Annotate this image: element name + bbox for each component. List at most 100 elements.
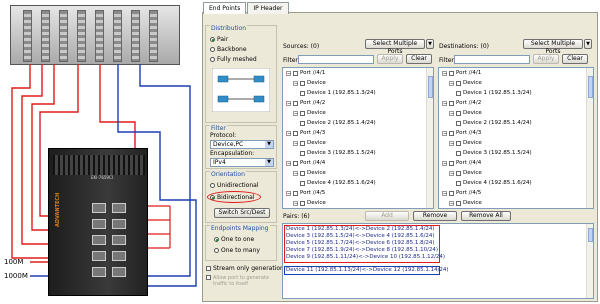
radio-icon[interactable] — [210, 37, 215, 42]
radio-backbone[interactable]: Backbone — [210, 46, 247, 53]
checkbox-icon[interactable] — [293, 70, 298, 76]
collapse-icon[interactable]: − — [442, 70, 447, 76]
collapse-icon[interactable]: − — [449, 200, 454, 206]
sources-tree[interactable]: − Port //4/1− Device Device 1 (192.85.1.3/2… — [282, 67, 434, 209]
destinations-clear-button[interactable]: Clear — [562, 54, 588, 64]
radio-icon[interactable] — [210, 47, 215, 52]
checkbox-icon[interactable] — [456, 120, 461, 126]
tree-device-item[interactable]: Device 2 (192.85.1.4/24) — [300, 120, 376, 126]
switch-src-dest-button[interactable]: Switch Src/Dest — [214, 208, 270, 218]
checkbox-icon[interactable] — [206, 275, 211, 280]
collapse-icon[interactable]: − — [293, 170, 298, 176]
radio-pair[interactable]: Pair — [210, 36, 228, 43]
sources-filter-input[interactable] — [298, 55, 374, 64]
radio-icon[interactable] — [214, 237, 219, 242]
scrollbar-thumb[interactable] — [428, 76, 433, 98]
destinations-apply-button[interactable]: Apply — [533, 54, 559, 64]
collapse-icon[interactable]: − — [449, 110, 454, 116]
destinations-scrollbar[interactable] — [586, 68, 593, 208]
collapse-icon[interactable]: − — [449, 80, 454, 86]
pair-list-item[interactable]: Device 9 (192.85.1.11/24)<->Device 10 (1… — [286, 254, 445, 260]
tree-port-item[interactable]: − Port //4/4 — [442, 160, 481, 166]
chevron-down-icon[interactable]: ▼ — [584, 39, 592, 49]
checkbox-icon[interactable] — [449, 70, 454, 76]
tree-port-item[interactable]: − Port //4/1 — [442, 70, 481, 76]
destinations-tree[interactable]: − Port //4/1− Device Device 1 (192.85.1.3/2… — [438, 67, 594, 209]
sources-select-multiple-button[interactable]: Select Multiple Ports — [365, 39, 425, 55]
collapse-icon[interactable]: − — [286, 130, 291, 136]
radio-unidirectional[interactable]: Unidirectional — [210, 182, 259, 189]
checkbox-icon[interactable] — [293, 160, 298, 166]
collapse-icon[interactable]: − — [293, 110, 298, 116]
destinations-filter-input[interactable] — [454, 55, 530, 64]
tree-port-item[interactable]: − Port //4/5 — [442, 190, 481, 196]
checkbox-icon[interactable] — [300, 110, 305, 116]
collapse-icon[interactable]: − — [442, 190, 447, 196]
tree-device-group[interactable]: − Device — [293, 170, 326, 176]
checkbox-icon[interactable] — [456, 140, 461, 146]
chevron-down-icon[interactable]: ▼ — [426, 39, 434, 49]
checkbox-icon[interactable] — [456, 180, 461, 186]
checkbox-icon[interactable] — [206, 266, 211, 271]
collapse-icon[interactable]: − — [286, 160, 291, 166]
checkbox-icon[interactable] — [456, 200, 461, 206]
checkbox-icon[interactable] — [449, 130, 454, 136]
sources-clear-button[interactable]: Clear — [406, 54, 432, 64]
tree-device-group[interactable]: − Device — [449, 140, 482, 146]
allow-port-checkbox[interactable]: Allow port to generate traffic to itself — [206, 275, 278, 287]
sources-scrollbar[interactable] — [426, 68, 433, 208]
checkbox-icon[interactable] — [456, 110, 461, 116]
tree-port-item[interactable]: − Port //4/1 — [286, 70, 325, 76]
collapse-icon[interactable]: − — [449, 140, 454, 146]
tree-device-group[interactable]: − Device — [449, 80, 482, 86]
collapse-icon[interactable]: − — [286, 70, 291, 76]
tree-device-group[interactable]: − Device — [293, 200, 326, 206]
collapse-icon[interactable]: − — [442, 160, 447, 166]
checkbox-icon[interactable] — [300, 140, 305, 146]
remove-pair-button[interactable]: Remove — [413, 211, 457, 221]
collapse-icon[interactable]: − — [293, 140, 298, 146]
radio-icon[interactable] — [210, 57, 215, 62]
destinations-select-multiple-button[interactable]: Select Multiple Ports — [523, 39, 583, 55]
sources-apply-button[interactable]: Apply — [377, 54, 403, 64]
tree-device-item[interactable]: Device 4 (192.85.1.6/24) — [456, 180, 532, 186]
collapse-icon[interactable]: − — [286, 190, 291, 196]
radio-one-to-one[interactable]: One to one — [214, 236, 254, 243]
radio-one-to-many[interactable]: One to many — [214, 247, 260, 254]
checkbox-icon[interactable] — [300, 170, 305, 176]
scrollbar-thumb[interactable] — [588, 76, 593, 98]
collapse-icon[interactable]: − — [449, 170, 454, 176]
checkbox-icon[interactable] — [449, 190, 454, 196]
tree-port-item[interactable]: − Port //4/3 — [442, 130, 481, 136]
add-pair-button[interactable]: Add — [365, 211, 409, 221]
checkbox-icon[interactable] — [456, 90, 461, 96]
collapse-icon[interactable]: − — [442, 100, 447, 106]
tree-device-item[interactable]: Device 4 (192.85.1.6/24) — [300, 180, 376, 186]
chevron-down-icon[interactable]: ▼ — [265, 159, 273, 166]
pair-list-item[interactable]: Device 5 (192.85.1.7/24)<->Device 6 (192… — [286, 240, 435, 246]
tree-device-group[interactable]: − Device — [293, 140, 326, 146]
tree-port-item[interactable]: − Port //4/4 — [286, 160, 325, 166]
tree-port-item[interactable]: − Port //4/3 — [286, 130, 325, 136]
checkbox-icon[interactable] — [456, 80, 461, 86]
checkbox-icon[interactable] — [300, 180, 305, 186]
collapse-icon[interactable]: − — [293, 80, 298, 86]
tree-device-group[interactable]: − Device — [293, 80, 326, 86]
collapse-icon[interactable]: − — [293, 200, 298, 206]
collapse-icon[interactable]: − — [286, 100, 291, 106]
tab-ip-header[interactable]: IP Header — [247, 2, 289, 14]
radio-icon[interactable] — [214, 248, 219, 253]
checkbox-icon[interactable] — [449, 100, 454, 106]
radio-fully-meshed[interactable]: Fully meshed — [210, 56, 257, 63]
checkbox-icon[interactable] — [293, 190, 298, 196]
pair-list-item[interactable]: Device 1 (192.85.1.3/24)<->Device 2 (192… — [286, 226, 435, 232]
tree-port-item[interactable]: − Port //4/2 — [286, 100, 325, 106]
stream-only-checkbox[interactable]: Stream only generation — [206, 265, 284, 272]
tree-device-item[interactable]: Device 2 (192.85.1.4/24) — [456, 120, 532, 126]
tree-device-item[interactable]: Device 3 (192.85.1.5/24) — [456, 150, 532, 156]
pairs-scrollbar[interactable] — [586, 224, 593, 298]
chevron-down-icon[interactable]: ▼ — [265, 141, 273, 148]
pair-list-item[interactable]: Device 3 (192.85.1.5/24)<->Device 4 (192… — [286, 233, 435, 239]
tree-port-item[interactable]: − Port //4/5 — [286, 190, 325, 196]
checkbox-icon[interactable] — [300, 200, 305, 206]
